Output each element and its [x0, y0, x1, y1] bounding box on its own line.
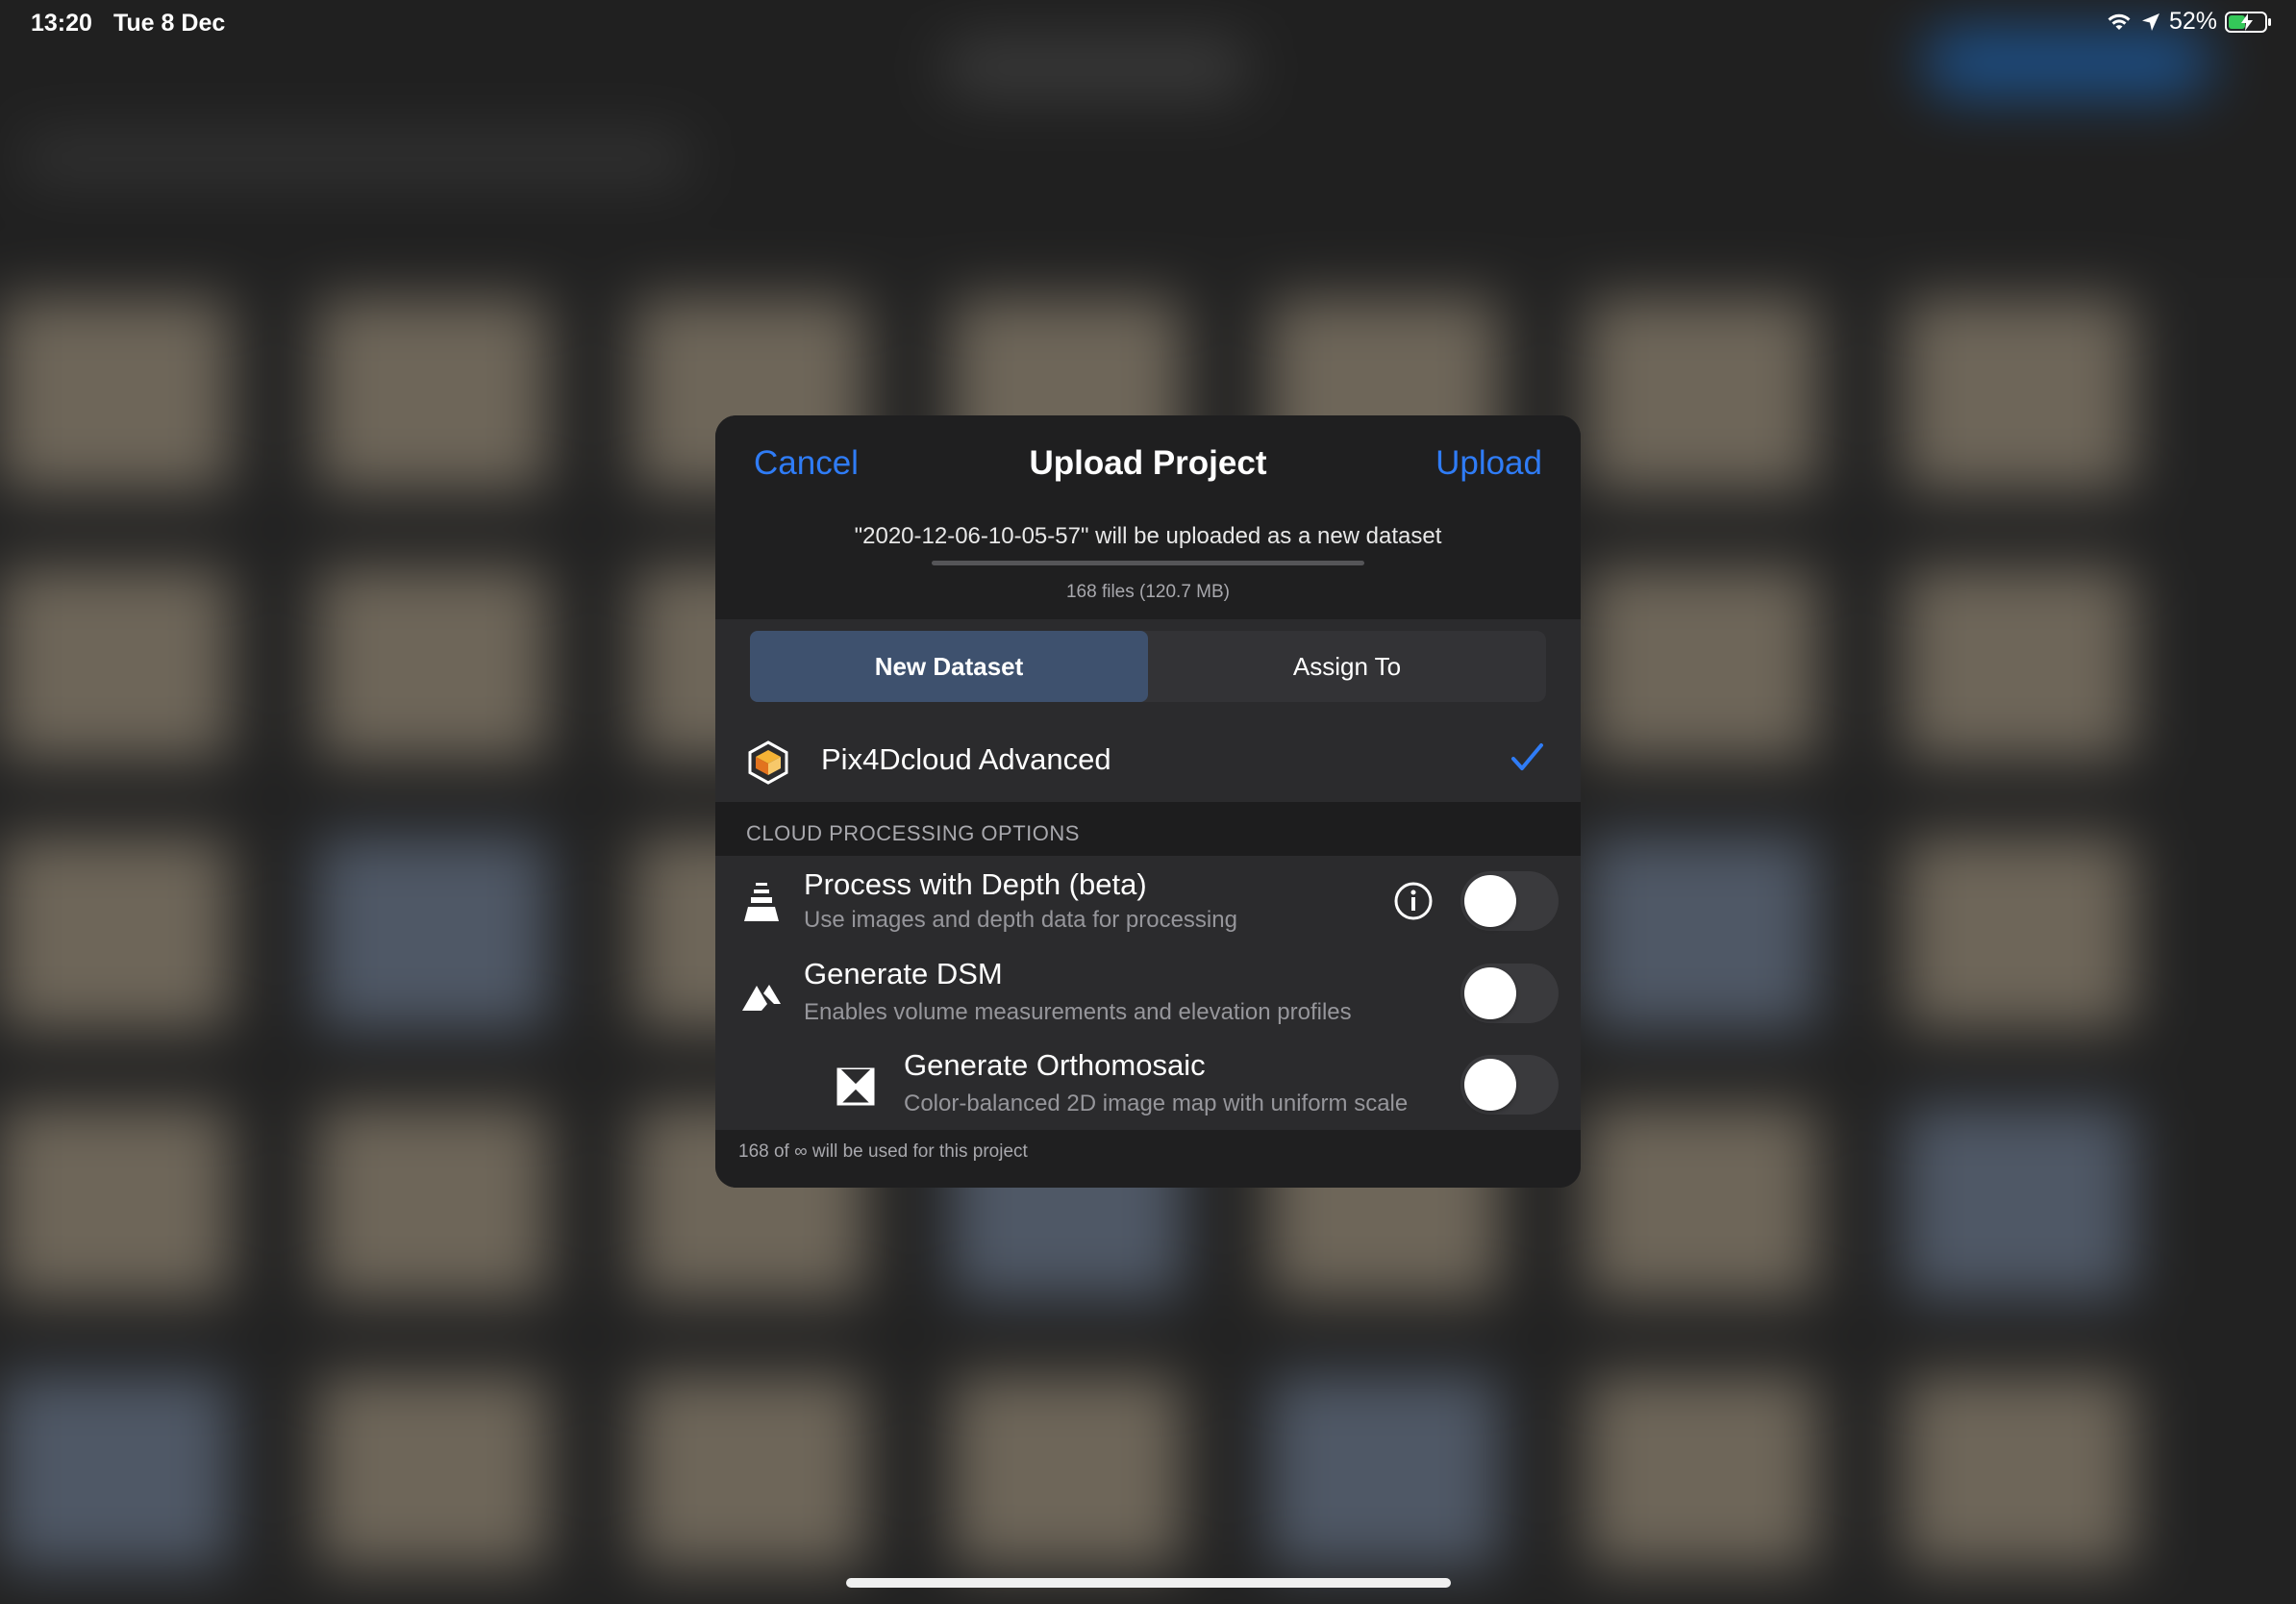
screen: 13:20 Tue 8 Dec 52% Cancel Upload Projec… [0, 0, 2296, 1604]
upload-progress-bar [932, 561, 1364, 565]
upload-button[interactable]: Upload [1435, 444, 1542, 483]
option-title: Generate DSM [804, 957, 1003, 990]
option-process-with-depth: Process with Depth (beta) Use images and… [715, 856, 1581, 947]
usage-footer: 168 of ∞ will be used for this project [715, 1130, 1581, 1188]
battery-percentage: 52% [2168, 8, 2217, 35]
status-time: 13:20 [31, 10, 92, 37]
option-title: Generate Orthomosaic [904, 1048, 1206, 1082]
orthomosaic-toggle[interactable] [1460, 1055, 1559, 1115]
option-subtitle: Use images and depth data for processing [804, 907, 1237, 933]
battery-charging-icon [2225, 11, 2271, 33]
pix4dcloud-logo-icon [748, 740, 788, 785]
upload-description: "2020-12-06-10-05-57" will be uploaded a… [854, 523, 1442, 549]
option-subtitle: Color-balanced 2D image map with uniform… [904, 1090, 1409, 1116]
file-count: 168 files (120.7 MB) [1065, 582, 1231, 602]
wifi-icon [2108, 13, 2131, 30]
option-subtitle: Enables volume measurements and elevatio… [804, 999, 1352, 1025]
orthomosaic-icon [836, 1067, 875, 1106]
depth-layers-icon [744, 883, 779, 921]
cloud-processing-options: Process with Depth (beta) Use images and… [715, 856, 1581, 1130]
status-date: Tue 8 Dec [113, 10, 226, 37]
checkmark-icon [1511, 743, 1543, 770]
product-row-pix4dcloud-advanced[interactable]: Pix4Dcloud Advanced [715, 721, 1581, 802]
dataset-mode-segmented-control: New Dataset Assign To [750, 631, 1546, 702]
mountain-icon [742, 985, 781, 1011]
dsm-toggle[interactable] [1460, 964, 1559, 1023]
option-title: Process with Depth (beta) [804, 867, 1147, 901]
segment-assign-to[interactable]: Assign To [1148, 631, 1546, 702]
dataset-mode-section: New Dataset Assign To [715, 619, 1581, 721]
cancel-button[interactable]: Cancel [754, 444, 859, 483]
status-bar: 13:20 Tue 8 Dec 52% [0, 0, 2296, 46]
dialog-header: Cancel Upload Project Upload "2020-12-06… [715, 415, 1581, 627]
upload-project-dialog: Cancel Upload Project Upload "2020-12-06… [715, 415, 1581, 1188]
section-header-label: CLOUD PROCESSING OPTIONS [746, 821, 1080, 845]
product-label: Pix4Dcloud Advanced [821, 742, 1111, 776]
usage-note: 168 of ∞ will be used for this project [738, 1141, 1028, 1162]
home-indicator[interactable] [846, 1578, 1451, 1588]
option-generate-orthomosaic: Generate Orthomosaic Color-balanced 2D i… [715, 1039, 1581, 1130]
segment-new-dataset[interactable]: New Dataset [750, 631, 1148, 702]
section-header: CLOUD PROCESSING OPTIONS [715, 802, 1581, 856]
info-icon[interactable] [1392, 880, 1435, 922]
option-generate-dsm: Generate DSM Enables volume measurements… [715, 947, 1581, 1039]
location-arrow-icon [2141, 13, 2159, 31]
depth-toggle[interactable] [1460, 871, 1559, 931]
